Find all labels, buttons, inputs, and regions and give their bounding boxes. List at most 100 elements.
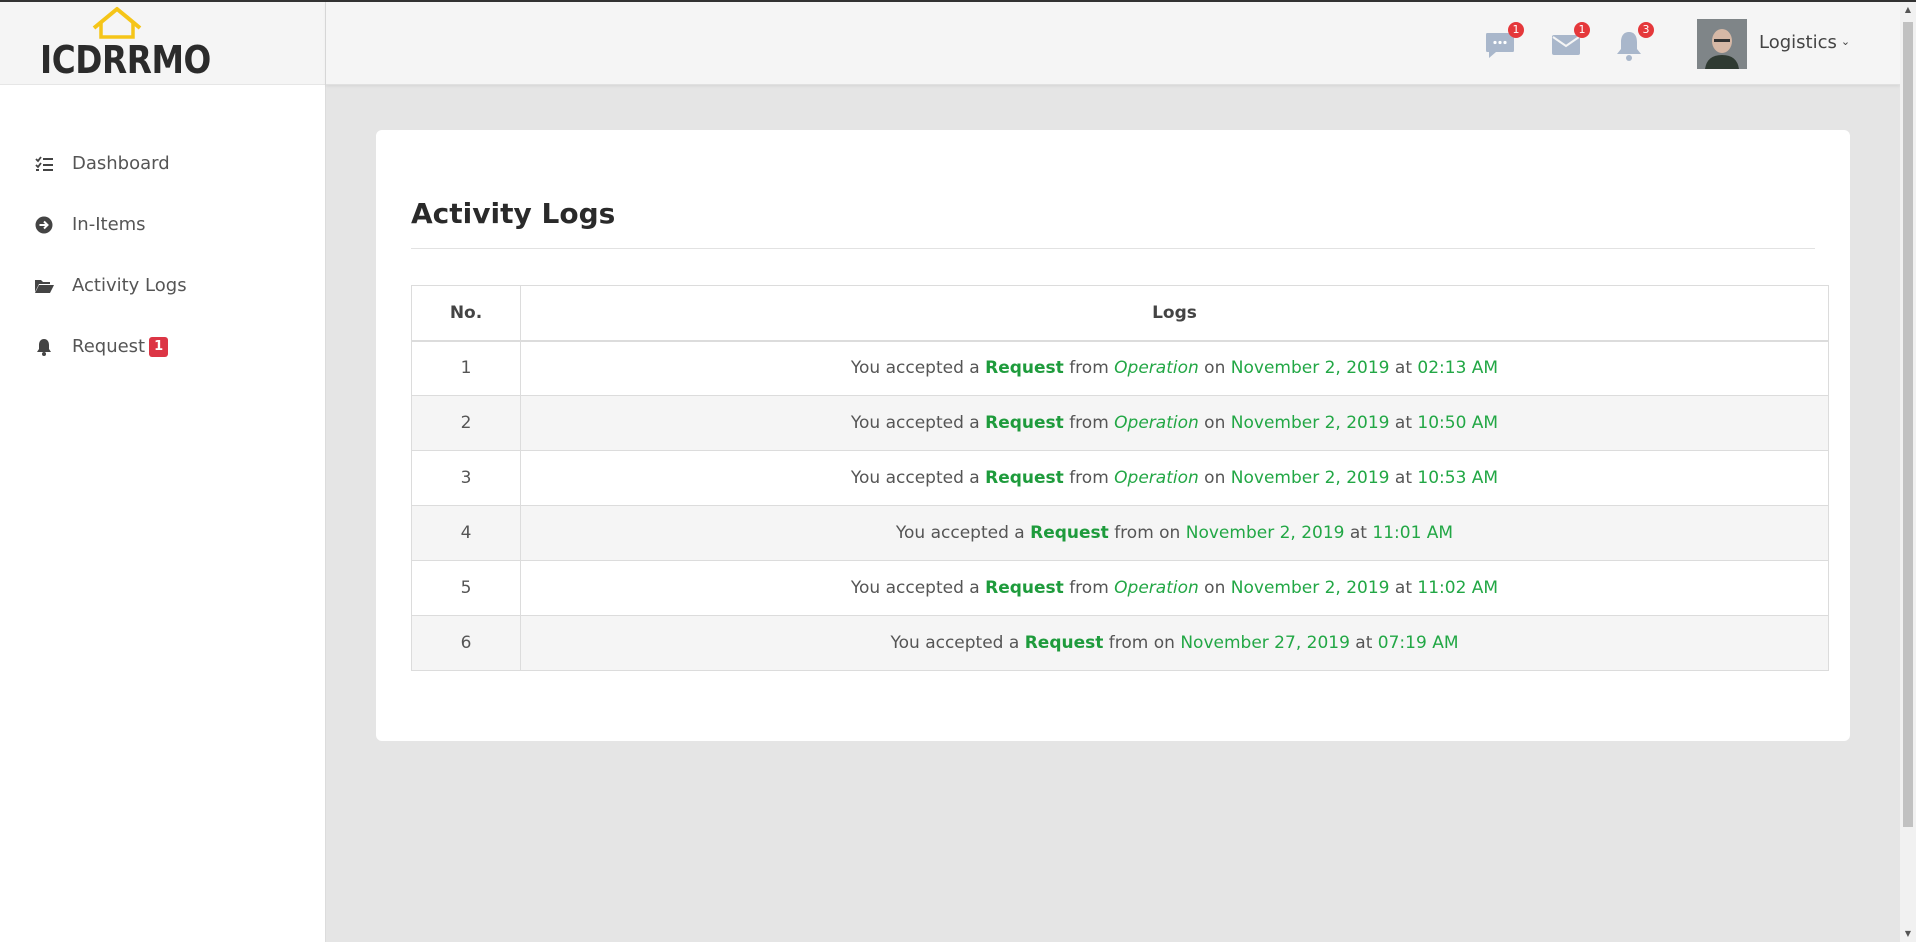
scroll-down-icon[interactable]: ▼ (1903, 929, 1913, 939)
table-row: 3 You accepted a Request from Operation … (411, 450, 1829, 506)
log-date: November 2, 2019 (1230, 578, 1390, 598)
page-title: Activity Logs (411, 197, 616, 230)
log-prefix: You accepted a (850, 413, 980, 433)
log-prefix: You accepted a (850, 358, 980, 379)
log-source: Operation (1114, 468, 1199, 488)
log-entry: You accepted a Request from Operation on… (520, 450, 1829, 506)
log-time: 10:53 AM (1417, 468, 1499, 488)
log-on: on (1204, 413, 1226, 433)
log-entry: You accepted a Request from on November … (520, 615, 1829, 671)
sidebar-item-in-items[interactable]: In-Items (0, 194, 325, 255)
sidebar-item-dashboard[interactable]: Dashboard (0, 133, 325, 194)
log-action: Request (985, 358, 1064, 379)
log-action: Request (985, 468, 1064, 488)
row-number: 5 (411, 560, 521, 616)
log-time: 02:13 AM (1417, 358, 1499, 379)
bell-icon (34, 337, 54, 357)
row-number: 1 (411, 340, 521, 396)
table-row: 4 You accepted a Request from on Novembe… (411, 505, 1829, 561)
log-date: November 2, 2019 (1230, 358, 1390, 379)
log-entry: You accepted a Request from Operation on… (520, 560, 1829, 616)
log-on: on (1159, 523, 1181, 543)
log-time: 10:50 AM (1417, 413, 1499, 433)
log-action: Request (985, 413, 1064, 433)
row-number: 2 (411, 395, 521, 451)
table-row: 5 You accepted a Request from Operation … (411, 560, 1829, 616)
log-date: November 2, 2019 (1230, 413, 1390, 433)
mail-count-badge: 1 (1574, 22, 1590, 38)
log-at: at (1394, 358, 1412, 379)
sidebar-item-label: Activity Logs (72, 275, 187, 296)
activity-logs-card: Activity Logs No. Logs 1 You accepted a … (376, 130, 1850, 741)
logs-table: No. Logs 1 You accepted a Request from O… (411, 285, 1829, 671)
scrollbar-thumb[interactable] (1903, 22, 1913, 827)
log-date: November 2, 2019 (1230, 468, 1390, 488)
request-count-badge: 1 (149, 336, 169, 357)
sidebar-item-label: Dashboard (72, 153, 170, 174)
log-prefix: You accepted a (850, 468, 980, 488)
log-from: from (1069, 578, 1109, 598)
log-from: from (1114, 523, 1154, 543)
log-from: from (1069, 413, 1109, 433)
messages-button[interactable]: 1 (1484, 22, 1524, 62)
log-source: Operation (1114, 358, 1199, 379)
sidebar-item-label: Request (72, 336, 146, 357)
user-name: Logistics (1759, 32, 1837, 53)
log-from: from (1069, 358, 1109, 379)
row-number: 4 (411, 505, 521, 561)
log-at: at (1394, 468, 1412, 488)
log-at: at (1394, 413, 1412, 433)
messages-count-badge: 1 (1508, 22, 1524, 38)
log-at: at (1349, 523, 1367, 543)
sidebar-item-request[interactable]: Request 1 (0, 316, 325, 377)
column-header-no: No. (411, 285, 521, 342)
log-on: on (1204, 468, 1226, 488)
notifications-count-badge: 3 (1638, 22, 1654, 38)
log-from: from (1069, 468, 1109, 488)
user-menu-toggle[interactable]: Logistics ⌄ (1759, 32, 1850, 53)
tasks-list-icon (34, 154, 54, 174)
log-time: 07:19 AM (1377, 633, 1459, 653)
log-date: November 2, 2019 (1185, 523, 1345, 543)
column-header-logs: Logs (520, 285, 1829, 342)
log-date: November 27, 2019 (1180, 633, 1350, 653)
log-source: Operation (1114, 578, 1199, 598)
brand-name: ICDRRMO (40, 38, 211, 82)
log-prefix: You accepted a (850, 578, 980, 598)
log-at: at (1394, 578, 1412, 598)
scroll-up-icon[interactable]: ▲ (1903, 5, 1913, 15)
notifications-button[interactable]: 3 (1614, 22, 1654, 62)
sidebar: ICDRRMO Dashboard In-Items Activity Logs… (0, 2, 326, 942)
log-action: Request (985, 578, 1064, 598)
log-time: 11:01 AM (1372, 523, 1454, 543)
log-source: Operation (1114, 413, 1199, 433)
folder-open-icon (34, 276, 54, 296)
log-at: at (1355, 633, 1373, 653)
brand-logo[interactable]: ICDRRMO (0, 2, 325, 85)
user-photo-icon (1697, 19, 1747, 69)
page-scrollbar[interactable]: ▲ ▼ (1900, 2, 1916, 942)
arrow-circle-right-icon (34, 215, 54, 235)
log-on: on (1204, 358, 1226, 379)
log-time: 11:02 AM (1417, 578, 1499, 598)
top-navbar: 1 1 3 Logistics ⌄ (326, 2, 1900, 85)
log-on: on (1204, 578, 1226, 598)
table-header-row: No. Logs (411, 285, 1829, 342)
log-prefix: You accepted a (895, 523, 1025, 543)
house-logo-icon (92, 7, 142, 39)
table-row: 2 You accepted a Request from Operation … (411, 395, 1829, 451)
sidebar-item-label: In-Items (72, 214, 146, 235)
table-row: 6 You accepted a Request from on Novembe… (411, 615, 1829, 671)
sidebar-item-activity-logs[interactable]: Activity Logs (0, 255, 325, 316)
log-entry: You accepted a Request from Operation on… (520, 395, 1829, 451)
log-entry: You accepted a Request from on November … (520, 505, 1829, 561)
mail-button[interactable]: 1 (1550, 22, 1590, 62)
row-number: 3 (411, 450, 521, 506)
log-on: on (1153, 633, 1175, 653)
chevron-down-icon: ⌄ (1840, 35, 1851, 48)
sidebar-nav: Dashboard In-Items Activity Logs Request… (0, 133, 325, 377)
log-prefix: You accepted a (890, 633, 1020, 653)
avatar[interactable] (1697, 19, 1747, 69)
log-entry: You accepted a Request from Operation on… (520, 340, 1829, 396)
table-row: 1 You accepted a Request from Operation … (411, 340, 1829, 396)
